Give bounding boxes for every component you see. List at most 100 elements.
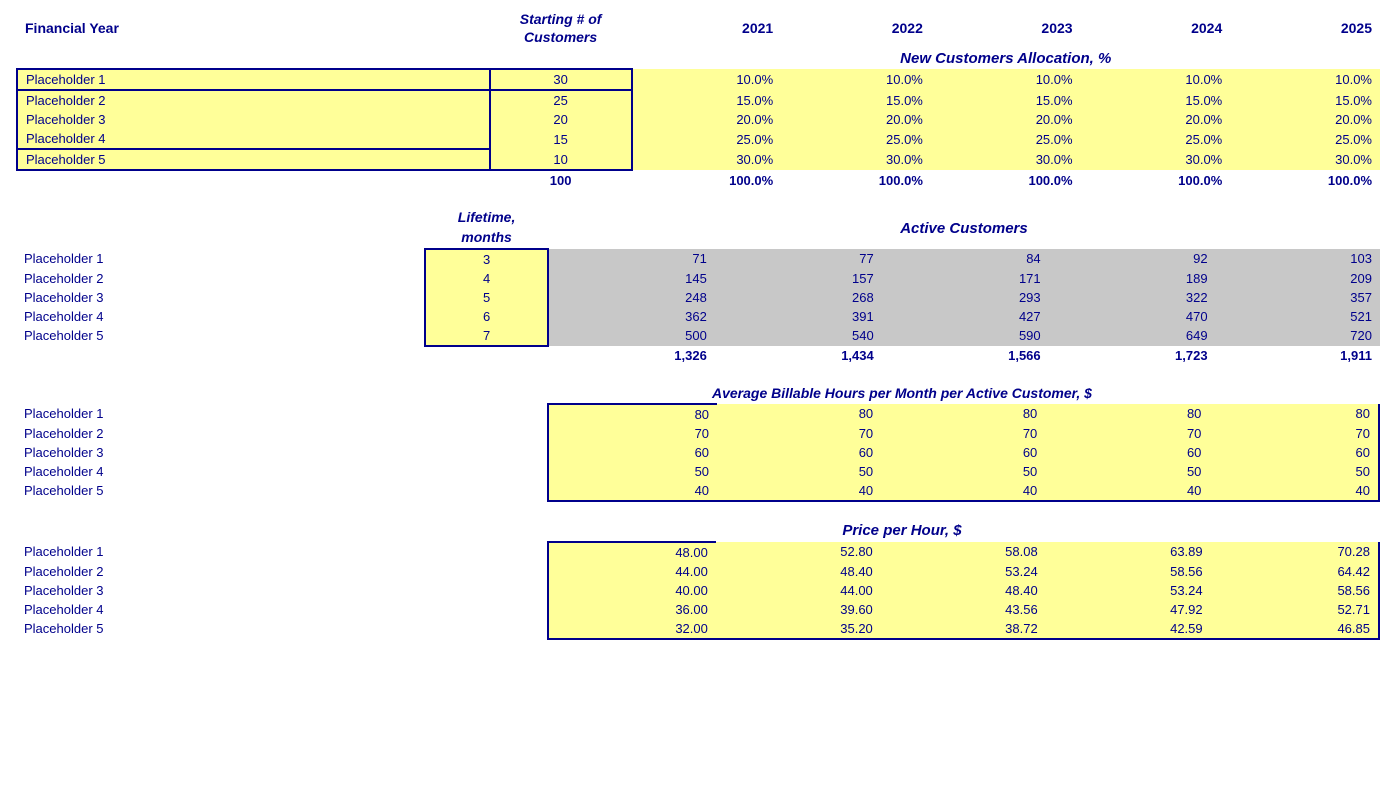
section3-row3-label: Placeholder 3 [16, 443, 425, 462]
section2: Lifetime,months Active Customers Placeho… [16, 208, 1380, 364]
section4-row2-2025: 64.42 [1211, 562, 1379, 581]
section1-row2-starting: 25 [490, 90, 632, 110]
section4-row3-2022: 44.00 [716, 581, 881, 600]
section3-row4-label: Placeholder 4 [16, 462, 425, 481]
table-row: Placeholder 1 30 10.0% 10.0% 10.0% 10.0%… [17, 69, 1380, 90]
table-row: Placeholder 4 36.00 39.60 43.56 47.92 52… [16, 600, 1379, 619]
section4-row1-2021: 48.00 [548, 542, 716, 562]
section2-row3-2021: 248 [548, 288, 715, 307]
section1-row4-starting: 15 [490, 129, 632, 149]
section2-row5-2023: 590 [882, 326, 1049, 346]
avg-billable-hours-header: Average Billable Hours per Month per Act… [425, 383, 1379, 404]
section3-row3-2025: 60 [1209, 443, 1379, 462]
section1-row5-2021: 30.0% [632, 149, 782, 170]
section1-row5-starting: 10 [490, 149, 632, 170]
section2-row5-2022: 540 [715, 326, 882, 346]
section3-row5-2021: 40 [548, 481, 718, 501]
section2-row4-label: Placeholder 4 [16, 307, 425, 326]
section1-row3-2025: 20.0% [1230, 110, 1380, 129]
section2-row3-2023: 293 [882, 288, 1049, 307]
section1-row5-2022: 30.0% [781, 149, 931, 170]
section2-row2-2023: 171 [882, 269, 1049, 288]
section2-row5-2025: 720 [1216, 326, 1380, 346]
financial-year-header: Financial Year [17, 8, 490, 48]
section3-row5-2022: 40 [717, 481, 881, 501]
year-2023-header: 2023 [931, 8, 1081, 48]
section1-row3-2022: 20.0% [781, 110, 931, 129]
section1-row1-2023: 10.0% [931, 69, 1081, 90]
section2-row2-label: Placeholder 2 [16, 269, 425, 288]
page: Financial Year Starting # ofCustomers 20… [0, 0, 1396, 666]
table-row: Placeholder 1 80 80 80 80 80 [16, 404, 1379, 424]
section1-total-2023: 100.0% [931, 170, 1081, 190]
section4-row2-2022: 48.40 [716, 562, 881, 581]
section2-row5-2021: 500 [548, 326, 715, 346]
table-row: Placeholder 3 40.00 44.00 48.40 53.24 58… [16, 581, 1379, 600]
section1-total-2025: 100.0% [1230, 170, 1380, 190]
section3-row5-2024: 40 [1045, 481, 1209, 501]
section1-row3-2021: 20.0% [632, 110, 782, 129]
section1-row5-label: Placeholder 5 [17, 149, 490, 170]
table-row: Placeholder 3 5 248 268 293 322 357 [16, 288, 1380, 307]
section2-row2-2022: 157 [715, 269, 882, 288]
table-row: Placeholder 5 40 40 40 40 40 [16, 481, 1379, 501]
section2-row4-2022: 391 [715, 307, 882, 326]
section4-row5-2023: 38.72 [881, 619, 1046, 639]
section3-row5-2025: 40 [1209, 481, 1379, 501]
section1-row3-2024: 20.0% [1081, 110, 1231, 129]
section2-total-2025: 1,911 [1216, 346, 1380, 365]
section1-row2-label: Placeholder 2 [17, 90, 490, 110]
section1-total-label [17, 170, 490, 190]
section1-row1-label: Placeholder 1 [17, 69, 490, 90]
section3-row5-2023: 40 [881, 481, 1045, 501]
section2-row5-2024: 649 [1049, 326, 1216, 346]
section2-row1-2025: 103 [1216, 249, 1380, 269]
section2-row3-2024: 322 [1049, 288, 1216, 307]
section3-row4-2023: 50 [881, 462, 1045, 481]
section4: Price per Hour, $ Placeholder 1 48.00 52… [16, 520, 1380, 640]
section2-total-2023: 1,566 [882, 346, 1049, 365]
section2-row5-label: Placeholder 5 [16, 326, 425, 346]
section3-row3-2021: 60 [548, 443, 718, 462]
section2-row3-label: Placeholder 3 [16, 288, 425, 307]
section4-row2-2021: 44.00 [548, 562, 716, 581]
section3-row2-2025: 70 [1209, 424, 1379, 443]
section2-row4-2024: 470 [1049, 307, 1216, 326]
section4-row3-2025: 58.56 [1211, 581, 1379, 600]
section3-row1-2024: 80 [1045, 404, 1209, 424]
section3-row4-2024: 50 [1045, 462, 1209, 481]
section1-row4-label: Placeholder 4 [17, 129, 490, 149]
section2-row4-lifetime: 6 [425, 307, 548, 326]
section3-row3-2022: 60 [717, 443, 881, 462]
section4-row2-2023: 53.24 [881, 562, 1046, 581]
section4-row5-2025: 46.85 [1211, 619, 1379, 639]
section4-row1-2025: 70.28 [1211, 542, 1379, 562]
section4-row3-2021: 40.00 [548, 581, 716, 600]
section1-row1-starting: 30 [490, 69, 632, 90]
table-row: Placeholder 5 7 500 540 590 649 720 [16, 326, 1380, 346]
section4-row1-2023: 58.08 [881, 542, 1046, 562]
section4-row5-2024: 42.59 [1046, 619, 1211, 639]
section1-row5-2024: 30.0% [1081, 149, 1231, 170]
section1-row4-2024: 25.0% [1081, 129, 1231, 149]
section1-total-2022: 100.0% [781, 170, 931, 190]
section1-row4-2023: 25.0% [931, 129, 1081, 149]
section4-row3-2024: 53.24 [1046, 581, 1211, 600]
section4-row1-2022: 52.80 [716, 542, 881, 562]
section3-row1-2025: 80 [1209, 404, 1379, 424]
section4-row4-2024: 47.92 [1046, 600, 1211, 619]
year-2024-header: 2024 [1081, 8, 1231, 48]
section1-total-2021: 100.0% [632, 170, 782, 190]
section2-row1-label: Placeholder 1 [16, 249, 425, 269]
section3-row2-2023: 70 [881, 424, 1045, 443]
section2-row1-2024: 92 [1049, 249, 1216, 269]
section1-row1-2025: 10.0% [1230, 69, 1380, 90]
section2-row2-lifetime: 4 [425, 269, 548, 288]
lifetime-header: Lifetime,months [425, 208, 548, 248]
section2-row1-lifetime: 3 [425, 249, 548, 269]
section2-total-label [16, 346, 425, 365]
section1-total-2024: 100.0% [1081, 170, 1231, 190]
section4-row4-2023: 43.56 [881, 600, 1046, 619]
section2-total-row: 1,326 1,434 1,566 1,723 1,911 [16, 346, 1380, 365]
section1-row2-2024: 15.0% [1081, 90, 1231, 110]
